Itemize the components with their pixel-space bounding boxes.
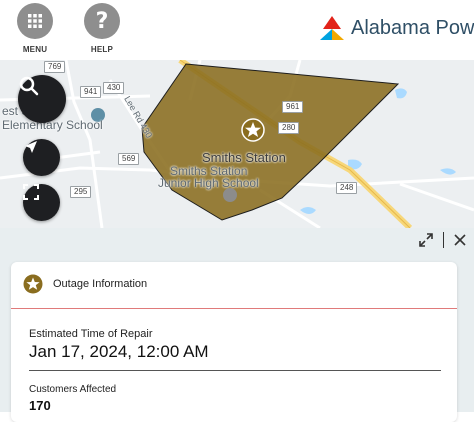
route-shield: 280 xyxy=(278,122,300,134)
etr-value: Jan 17, 2024, 12:00 AM xyxy=(29,342,209,361)
toolbar-divider xyxy=(443,232,444,248)
outage-area[interactable] xyxy=(141,63,400,221)
help-button[interactable]: ? HELP xyxy=(82,3,122,54)
customers-label: Customers Affected xyxy=(29,384,117,395)
help-label: HELP xyxy=(90,45,114,54)
card-header: Outage Information xyxy=(11,262,457,309)
menu-label: MENU xyxy=(22,45,48,54)
close-icon[interactable] xyxy=(454,234,466,246)
route-shield: 569 xyxy=(118,153,140,165)
customers-value: 170 xyxy=(29,398,51,413)
southern-company-logo-icon xyxy=(320,16,344,40)
star-icon xyxy=(23,274,43,294)
help-icon: ? xyxy=(84,3,120,39)
outage-map[interactable]: 769 941 430 569 295 961 280 248 est S El… xyxy=(0,60,474,228)
divider xyxy=(29,370,441,371)
expand-icon[interactable] xyxy=(419,233,433,247)
outage-info-card: Outage Information Estimated Time of Rep… xyxy=(11,262,457,422)
brand-name: Alabama Power xyxy=(351,16,474,39)
map-label-town: Smiths Station xyxy=(202,150,286,165)
route-shield: 769 xyxy=(44,61,66,73)
top-bar: MENU ? HELP Alabama Power xyxy=(0,0,474,60)
route-shield: 430 xyxy=(103,82,125,94)
panel-toolbar xyxy=(419,230,466,250)
route-shield: 941 xyxy=(80,86,102,98)
search-icon xyxy=(19,76,39,96)
outage-star-marker[interactable] xyxy=(241,118,265,142)
route-shield: 295 xyxy=(70,186,92,198)
grid-icon xyxy=(17,3,53,39)
card-title: Outage Information xyxy=(53,278,148,290)
menu-button[interactable]: MENU xyxy=(15,3,55,54)
route-shield: 961 xyxy=(282,101,304,113)
map-label-school: Junior High School xyxy=(158,176,259,190)
route-shield: 248 xyxy=(336,182,358,194)
outage-panel: Outage Information Estimated Time of Rep… xyxy=(0,228,474,422)
map-canvas xyxy=(0,60,474,228)
brand-logo: Alabama Power xyxy=(319,14,474,42)
locate-button[interactable] xyxy=(23,139,60,176)
fullscreen-icon xyxy=(23,184,39,200)
locate-arrow-icon xyxy=(25,141,37,153)
search-button[interactable] xyxy=(18,75,66,123)
etr-label: Estimated Time of Repair xyxy=(29,328,153,340)
fullscreen-button[interactable] xyxy=(23,184,60,221)
